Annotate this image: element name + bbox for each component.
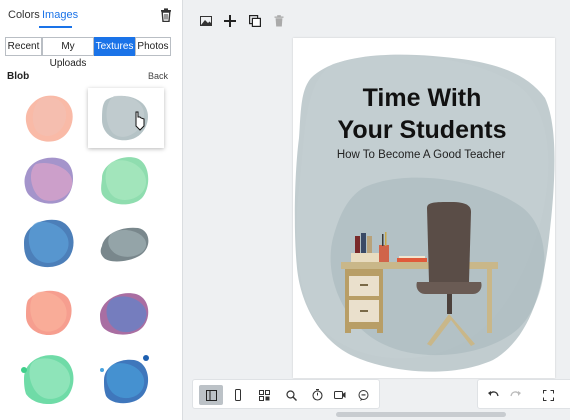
comment-icon[interactable] bbox=[353, 385, 373, 405]
section-title: Blob bbox=[7, 71, 30, 82]
texture-slate-blob[interactable] bbox=[88, 212, 164, 272]
bottom-right-toolbar bbox=[477, 379, 570, 409]
title-line-1: Time With bbox=[362, 84, 482, 112]
segment-recent[interactable]: Recent bbox=[5, 37, 42, 56]
texture-navy-blob[interactable] bbox=[88, 348, 164, 408]
trash-icon[interactable] bbox=[160, 8, 172, 23]
design-page[interactable]: Time With Your Students How To Become A … bbox=[293, 38, 555, 378]
texture-green-blob[interactable] bbox=[88, 150, 164, 210]
segment-textures[interactable]: Textures bbox=[94, 37, 135, 56]
active-tab-indicator bbox=[39, 26, 72, 28]
texture-magenta-blob[interactable] bbox=[88, 282, 164, 342]
texture-grey-blob[interactable] bbox=[88, 88, 164, 148]
page-title[interactable]: Time With Your Students bbox=[317, 82, 527, 146]
redo-icon[interactable] bbox=[506, 385, 526, 405]
segment-photos[interactable]: Photos bbox=[135, 37, 171, 56]
texture-mint-blob[interactable] bbox=[14, 348, 90, 408]
timer-icon[interactable] bbox=[307, 385, 327, 405]
fullscreen-icon[interactable] bbox=[538, 385, 558, 405]
left-panel: Colors Images Recent My Uploads Textures… bbox=[0, 0, 183, 420]
delete-icon[interactable] bbox=[269, 9, 289, 33]
texture-blue-blob[interactable] bbox=[14, 212, 90, 272]
title-line-2: Your Students bbox=[337, 116, 507, 144]
undo-icon[interactable] bbox=[483, 385, 503, 405]
tab-images[interactable]: Images bbox=[42, 9, 78, 21]
back-link[interactable]: Back bbox=[148, 71, 168, 81]
video-icon[interactable] bbox=[330, 385, 350, 405]
texture-peach-blob[interactable] bbox=[14, 88, 90, 148]
image-icon[interactable] bbox=[196, 9, 216, 33]
add-icon[interactable] bbox=[220, 9, 240, 33]
page-subtitle[interactable]: How To Become A Good Teacher bbox=[311, 149, 531, 161]
duplicate-icon[interactable] bbox=[245, 9, 265, 33]
zoom-icon[interactable] bbox=[281, 385, 301, 405]
panel-tabs: Colors Images bbox=[0, 0, 183, 30]
segment-my-uploads[interactable]: My Uploads bbox=[42, 37, 94, 69]
page-icon[interactable] bbox=[228, 385, 248, 405]
layout-icon[interactable] bbox=[199, 385, 223, 405]
bottom-toolbar bbox=[192, 379, 380, 409]
top-toolbar bbox=[193, 9, 293, 33]
grid-icon[interactable] bbox=[254, 385, 274, 405]
tab-colors[interactable]: Colors bbox=[8, 9, 40, 21]
horizontal-scrollbar[interactable] bbox=[336, 412, 506, 417]
texture-purple-blue-blob[interactable] bbox=[14, 150, 90, 210]
texture-coral-blob[interactable] bbox=[14, 282, 90, 342]
